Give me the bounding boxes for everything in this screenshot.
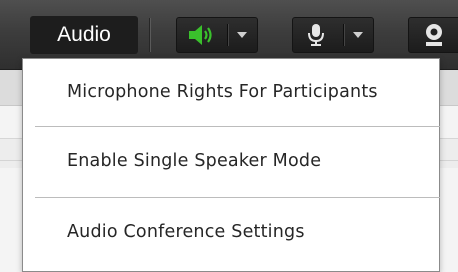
menu-item-single-speaker-mode[interactable]: Enable Single Speaker Mode [23,128,439,195]
audio-menu-label: Audio [30,16,138,54]
chevron-down-icon[interactable] [353,32,363,38]
chevron-down-icon[interactable] [237,32,247,38]
app-window: Audio Microphone Rights For Participants… [0,0,458,272]
menu-item-audio-conference-settings[interactable]: Audio Conference Settings [23,199,439,266]
menu-divider [35,197,440,198]
toolbar-separator [149,18,150,52]
button-divider [343,24,344,46]
button-divider [227,24,228,46]
speaker-icon [187,23,215,47]
menu-divider [35,126,440,127]
webcam-button[interactable] [408,17,458,53]
webcam-icon [421,22,449,48]
audio-dropdown-menu: Microphone Rights For Participants Enabl… [22,58,440,272]
microphone-icon [303,23,331,47]
speaker-toggle-button[interactable] [176,17,258,53]
microphone-button[interactable] [292,17,374,53]
menu-item-microphone-rights[interactable]: Microphone Rights For Participants [23,59,439,126]
